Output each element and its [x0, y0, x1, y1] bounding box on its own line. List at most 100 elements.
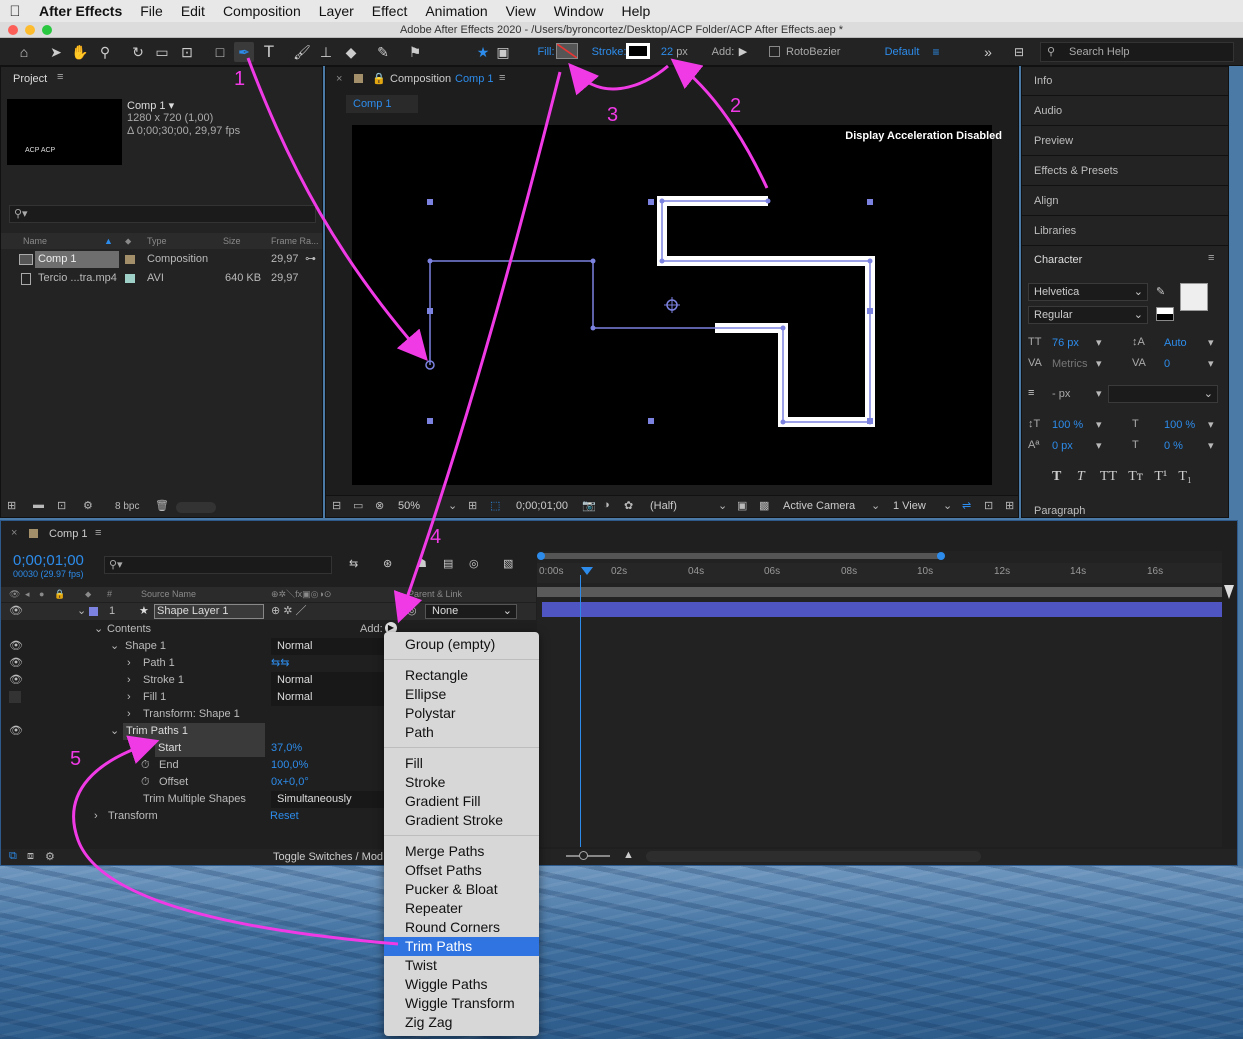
chevron-down-icon[interactable]: ⌄ [448, 499, 457, 512]
reset-button[interactable]: Reset [270, 808, 299, 825]
trim-offset-value[interactable]: 0x+0,0° [271, 774, 309, 791]
solo-icon[interactable]: ● [39, 587, 44, 602]
chevron-down-icon[interactable]: ▾ [1096, 418, 1102, 431]
clone-stamp-tool-icon[interactable]: ⊥ [316, 42, 336, 62]
mask-option-icon[interactable]: ▣ [494, 42, 512, 62]
add-shape-button[interactable]: ▶ [736, 42, 750, 62]
chevron-right-icon[interactable]: › [127, 706, 131, 723]
timeline-graph-area[interactable]: 0:00s 02s 04s 06s 08s 10s 12s 14s 16s [537, 551, 1222, 847]
menu-item-trim-paths[interactable]: Trim Paths [384, 937, 539, 956]
visibility-icon[interactable]: 👁 [9, 672, 23, 689]
panel-info[interactable]: Info [1022, 67, 1228, 96]
menu-effect[interactable]: Effect [363, 3, 417, 19]
tsume-value[interactable]: 0 % [1164, 440, 1183, 452]
work-area-end-handle[interactable] [937, 552, 945, 560]
toggle-pixel-aspect-icon[interactable]: ⇌ [962, 499, 971, 512]
timeline-horizontal-scrollbar[interactable] [646, 851, 981, 862]
menu-item-wiggle-paths[interactable]: Wiggle Paths [384, 975, 539, 994]
font-size-value[interactable]: 76 px [1052, 337, 1079, 349]
draft-3d-icon[interactable]: ⊛ [383, 557, 392, 570]
chevron-down-icon[interactable]: ▾ [1096, 387, 1102, 400]
panel-libraries[interactable]: Libraries [1022, 217, 1228, 246]
eye-icon[interactable]: 👁 [9, 587, 20, 602]
playhead-line[interactable] [580, 575, 581, 847]
comp-viewer[interactable]: Display Acceleration Disabled [352, 125, 1002, 485]
show-snapshot-icon[interactable]: ◑ [603, 499, 610, 511]
comp-subtab[interactable]: Comp 1 [346, 95, 418, 113]
trim-paths-label[interactable]: Trim Paths 1 [123, 723, 265, 740]
shape-path-canvas[interactable] [352, 125, 992, 485]
shy-layers-icon[interactable]: ☗ [417, 557, 427, 570]
frame-blending-icon[interactable]: ▤ [443, 557, 453, 570]
visibility-off-toggle[interactable] [9, 691, 21, 703]
in-out-toggle-icon[interactable]: ⚙ [45, 850, 55, 863]
parent-dropdown[interactable]: None ⌄ [425, 604, 517, 619]
zoom-slider-thumb[interactable] [579, 851, 588, 860]
path-direction-icon[interactable]: ⇆⇆ [271, 655, 289, 672]
region-of-interest-icon[interactable]: ▣ [737, 499, 747, 512]
menu-item-polystar[interactable]: Polystar [384, 704, 539, 723]
project-panel-title[interactable]: Project [13, 73, 47, 85]
minimize-window-button[interactable] [25, 25, 35, 35]
interpret-footage-icon[interactable]: ⊞ [7, 499, 16, 512]
stopwatch-icon[interactable]: ⏱ [141, 740, 150, 757]
snapshot-icon[interactable]: 📷 [582, 499, 596, 512]
trim-start-value[interactable]: 37,0% [271, 740, 302, 757]
menu-item-stroke[interactable]: Stroke [384, 773, 539, 792]
bit-depth-button[interactable]: 8 bpc [115, 501, 139, 512]
character-panel-title[interactable]: Character [1034, 254, 1082, 266]
menu-animation[interactable]: Animation [416, 3, 496, 19]
menu-item-ellipse[interactable]: Ellipse [384, 685, 539, 704]
stroke-swatch[interactable] [626, 43, 650, 59]
close-tab-icon[interactable]: × [11, 527, 17, 539]
col-source-name[interactable]: Source Name [141, 587, 196, 602]
menu-file[interactable]: File [131, 3, 172, 19]
comp-name[interactable]: Comp 1 ▾ [127, 99, 174, 112]
leading-value[interactable]: Auto [1164, 337, 1187, 349]
label-color-swatch[interactable] [125, 274, 135, 283]
panel-paragraph[interactable]: Paragraph [1034, 505, 1085, 517]
chevron-right-icon[interactable]: › [94, 808, 98, 825]
menu-item-gradient-stroke[interactable]: Gradient Stroke [384, 811, 539, 830]
motion-blur-icon[interactable]: ◎ [469, 557, 479, 570]
vr-view-icon[interactable]: ▭ [353, 499, 363, 512]
panel-preview[interactable]: Preview [1022, 127, 1228, 156]
composition-tab-name[interactable]: Comp 1 [455, 73, 494, 85]
new-folder-icon[interactable]: ▬ [33, 499, 44, 511]
vertical-scale-value[interactable]: 100 % [1052, 419, 1083, 431]
menu-item-repeater[interactable]: Repeater [384, 899, 539, 918]
fast-preview-icon[interactable]: ⊗ [375, 499, 384, 512]
sort-ascending-icon[interactable]: ▲ [104, 233, 113, 249]
layer-name[interactable]: Shape Layer 1 [154, 604, 264, 619]
playhead-handle[interactable] [581, 567, 593, 575]
fill-color-swatch[interactable] [1180, 283, 1208, 311]
project-search-input[interactable]: ⚲▾ [9, 205, 316, 223]
label-tag-icon[interactable]: ⬥ [85, 587, 91, 602]
menu-composition[interactable]: Composition [214, 3, 310, 19]
layer-duration-bar[interactable] [542, 602, 1222, 617]
eraser-tool-icon[interactable]: ◆ [341, 42, 361, 62]
more-workspaces-icon[interactable]: » [980, 42, 996, 62]
project-item-row[interactable]: Comp 1 Composition 29,97 ⊶ [1, 251, 322, 268]
visibility-icon[interactable]: 👁 [9, 723, 23, 740]
channel-icon[interactable]: ✿ [624, 499, 633, 512]
chevron-down-icon[interactable]: ▾ [1208, 418, 1214, 431]
menu-item-wiggle-transform[interactable]: Wiggle Transform [384, 994, 539, 1013]
col-parent-link[interactable]: Parent & Link [408, 587, 462, 602]
stopwatch-icon[interactable]: ⏱ [141, 774, 150, 791]
layer-visibility-icon[interactable]: 👁 [9, 603, 23, 620]
workspace-default[interactable]: Default [880, 42, 924, 62]
chevron-down-icon[interactable]: ⌄ [110, 638, 119, 655]
safe-margins-icon[interactable]: ⊞ [468, 499, 477, 512]
graph-editor-icon[interactable]: ▧ [503, 557, 513, 570]
project-settings-icon[interactable]: ⚙ [83, 499, 93, 512]
home-icon[interactable]: ⌂ [14, 42, 34, 62]
zoom-window-button[interactable] [42, 25, 52, 35]
panel-menu-icon[interactable]: ≡ [1208, 252, 1214, 264]
camera-tool-icon[interactable]: ▭ [152, 42, 172, 62]
flowchart-icon[interactable]: ⊶ [305, 251, 316, 268]
rotate-tool-icon[interactable]: ↻ [128, 42, 148, 62]
puppet-pin-tool-icon[interactable]: ⚑ [405, 42, 425, 62]
menu-help[interactable]: Help [613, 3, 660, 19]
zoom-slider[interactable] [566, 855, 610, 857]
